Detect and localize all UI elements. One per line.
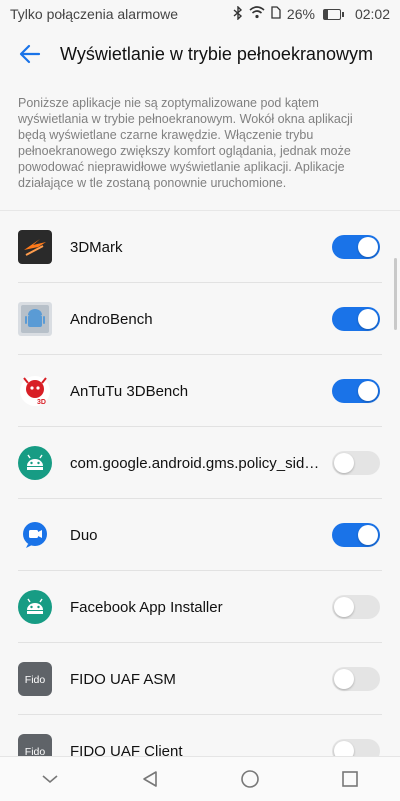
back-arrow-icon: [19, 44, 41, 64]
app-name: Duo: [70, 526, 98, 544]
fido-icon-label: Fido: [25, 674, 46, 686]
back-button[interactable]: [10, 34, 50, 74]
toggle-knob: [358, 237, 378, 257]
nav-home-button[interactable]: [230, 759, 270, 799]
fullscreen-toggle[interactable]: [332, 523, 380, 547]
duo-icon: [18, 518, 52, 552]
list-item[interactable]: 3D AnTuTu 3DBench: [0, 355, 400, 427]
app-name: Facebook App Installer: [70, 598, 223, 616]
carrier-text: Tylko połączenia alarmowe: [10, 6, 179, 22]
status-icons: 26% 02:02: [233, 4, 390, 23]
scrollbar[interactable]: [394, 258, 397, 330]
list-item[interactable]: Facebook App Installer: [0, 571, 400, 643]
fullscreen-toggle[interactable]: [332, 379, 380, 403]
svg-text:3D: 3D: [37, 399, 46, 406]
battery-icon: [322, 8, 344, 20]
toggle-knob: [358, 525, 378, 545]
fido-icon: Fido: [18, 662, 52, 696]
app-name: 3DMark: [70, 238, 123, 256]
fullscreen-toggle[interactable]: [332, 307, 380, 331]
app-name: com.google.android.gms.policy_sidec...: [70, 454, 322, 472]
nav-recents-icon: [342, 771, 358, 787]
toggle-knob: [334, 453, 354, 473]
android-icon: [18, 446, 52, 480]
list-item[interactable]: AndroBench: [0, 283, 400, 355]
status-bar: Tylko połączenia alarmowe 26% 02:02: [0, 0, 400, 28]
antutu-3dbench-icon: 3D: [18, 374, 52, 408]
intro-description: Poniższe aplikacje nie są zoptymalizowan…: [18, 96, 353, 190]
clock: 02:02: [354, 6, 390, 22]
wifi-icon: [249, 6, 265, 22]
list-item[interactable]: Fido FIDO UAF ASM: [0, 643, 400, 715]
toggle-knob: [334, 597, 354, 617]
fullscreen-toggle[interactable]: [332, 451, 380, 475]
app-list: 3DMark AndroBench 3D AnTuTu 3DBench com.…: [0, 211, 400, 787]
nav-back-icon: [143, 771, 157, 787]
app-name: AndroBench: [70, 310, 153, 328]
navigation-bar: [0, 756, 400, 801]
app-bar: Wyświetlanie w trybie pełnoekranowym: [0, 28, 400, 80]
fullscreen-toggle[interactable]: [332, 595, 380, 619]
nav-back-button[interactable]: [130, 759, 170, 799]
nav-recents-button[interactable]: [330, 759, 370, 799]
toggle-knob: [358, 309, 378, 329]
nav-hide-button[interactable]: [30, 759, 70, 799]
list-item[interactable]: com.google.android.gms.policy_sidec...: [0, 427, 400, 499]
fullscreen-toggle[interactable]: [332, 667, 380, 691]
toggle-knob: [334, 669, 354, 689]
list-item[interactable]: 3DMark: [0, 211, 400, 283]
3dmark-icon: [18, 230, 52, 264]
page-title: Wyświetlanie w trybie pełnoekranowym: [60, 43, 373, 64]
fullscreen-toggle[interactable]: [332, 235, 380, 259]
android-icon: [18, 590, 52, 624]
toggle-knob: [358, 381, 378, 401]
app-name: AnTuTu 3DBench: [70, 382, 189, 400]
androbench-icon: [18, 302, 52, 336]
nav-home-icon: [241, 770, 259, 788]
app-name: FIDO UAF ASM: [70, 670, 176, 688]
list-item[interactable]: Duo: [0, 499, 400, 571]
nav-hide-icon: [42, 775, 58, 784]
bluetooth-icon: [233, 4, 243, 23]
battery-percent: 26%: [286, 6, 315, 22]
sim-icon: [271, 6, 281, 22]
